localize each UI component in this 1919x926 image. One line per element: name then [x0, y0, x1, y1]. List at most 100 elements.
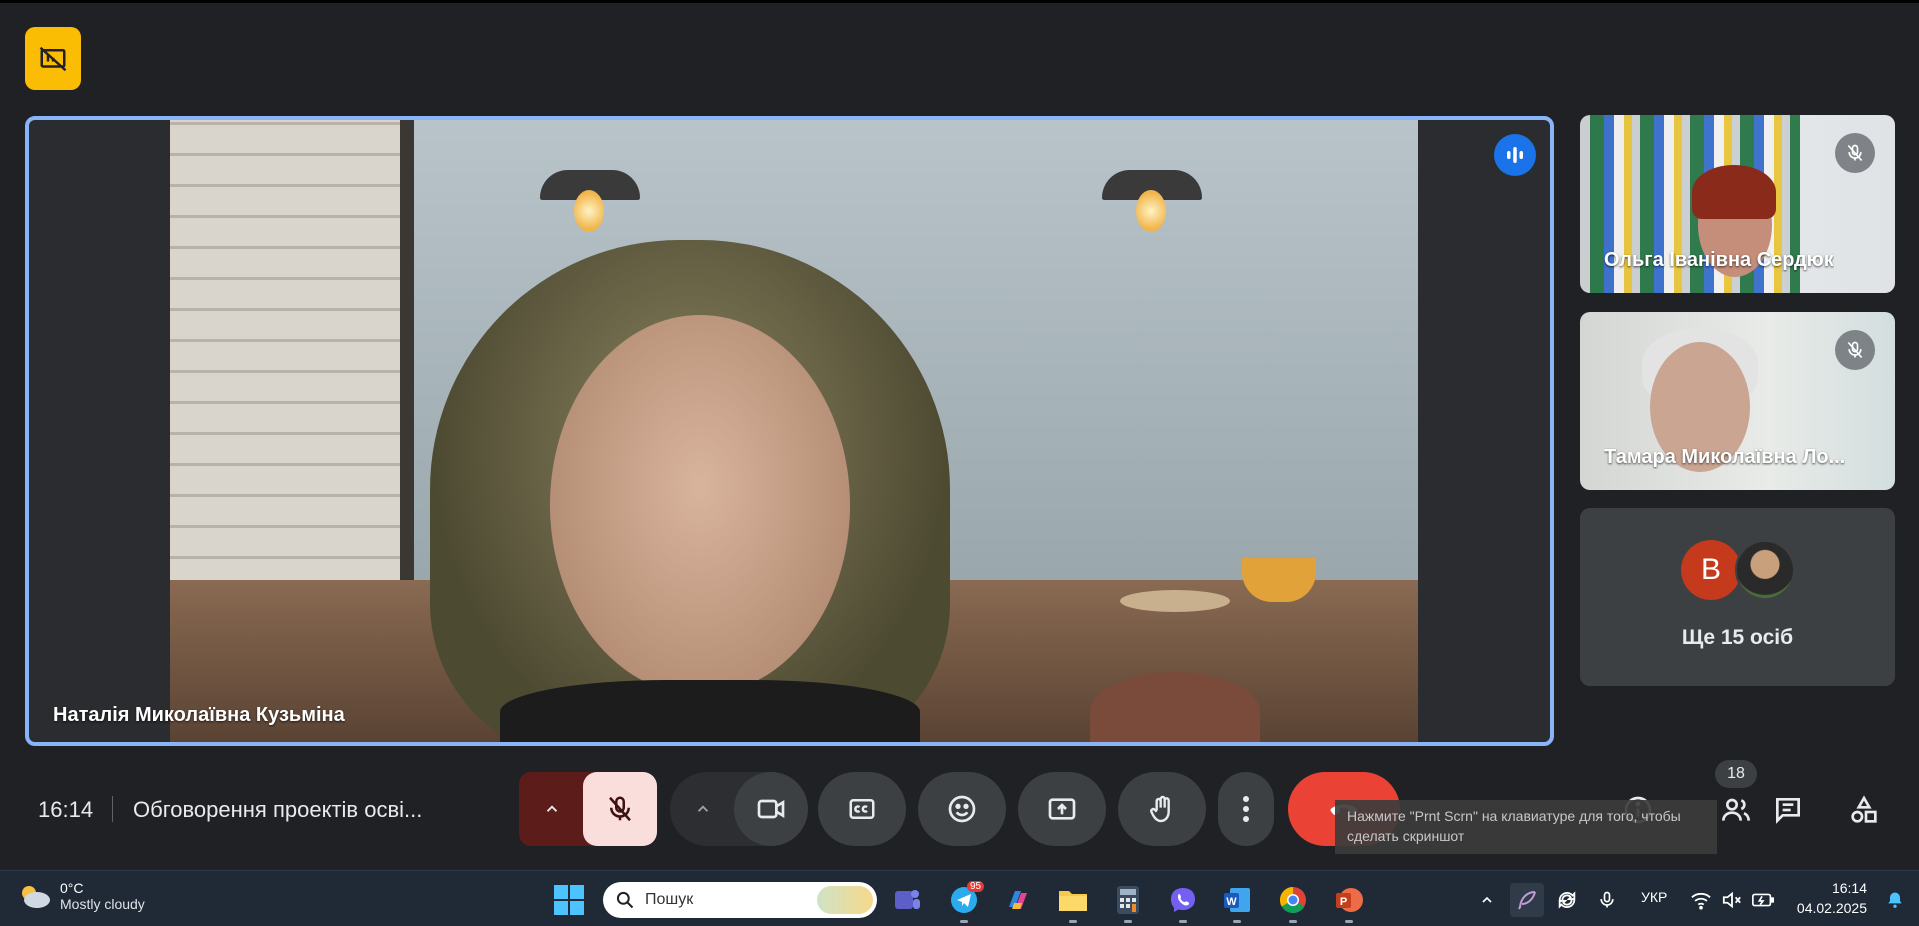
word-icon[interactable]: W	[1220, 883, 1254, 923]
audio-wave-icon	[1507, 147, 1523, 163]
main-speaker-name: Наталія Миколаївна Кузьміна	[53, 704, 345, 726]
chevron-up-icon	[546, 805, 558, 812]
search-placeholder: Пошук	[645, 891, 694, 908]
reactions-button[interactable]	[918, 772, 1006, 846]
divider	[112, 796, 113, 822]
search-icon	[616, 891, 634, 909]
chrome-glyph	[1279, 886, 1306, 914]
taskbar-running-dot	[1233, 920, 1241, 923]
chat-icon	[1776, 798, 1800, 824]
participant-name: Тамара Миколаївна Ло...	[1604, 446, 1846, 468]
speaker-mute-glyph	[1722, 891, 1741, 909]
telegram-unread-badge: 95	[967, 881, 985, 892]
video-bg-plate	[1120, 590, 1230, 612]
mic-off-icon	[1847, 341, 1863, 359]
main-speaker-video	[170, 120, 1418, 742]
telegram-icon[interactable]: 95	[947, 881, 985, 923]
viber-glyph	[1171, 888, 1195, 912]
more-participants-tile[interactable]: B Ще 15 осіб	[1580, 508, 1895, 686]
chat-button[interactable]	[1760, 782, 1816, 838]
camera-toggle-button[interactable]	[734, 772, 808, 846]
participant-tile[interactable]: Ольга Іванівна Сердюк	[1580, 115, 1895, 293]
taskbar-running-dot	[1345, 920, 1353, 923]
svg-text:P: P	[1340, 896, 1347, 908]
microphone-icon	[1600, 891, 1614, 908]
video-settings-button[interactable]	[670, 772, 736, 846]
notifications-button[interactable]	[1878, 883, 1912, 917]
captions-button[interactable]	[818, 772, 906, 846]
raise-hand-button[interactable]	[1118, 772, 1206, 846]
weather-widget[interactable]: 0°C Mostly cloudy	[18, 880, 145, 912]
teams-glyph	[895, 890, 920, 909]
participant-name: Ольга Іванівна Сердюк	[1604, 249, 1834, 271]
people-icon	[1722, 798, 1750, 821]
battery-charging-glyph	[1752, 893, 1774, 907]
participant-tile[interactable]: Тамара Миколаївна Ло...	[1580, 312, 1895, 490]
audio-settings-button[interactable]	[519, 772, 585, 846]
copilot-icon[interactable]	[1001, 883, 1035, 917]
hand-icon	[1150, 795, 1170, 823]
start-button[interactable]	[552, 883, 586, 917]
sync-icon[interactable]	[1550, 883, 1584, 917]
system-clock[interactable]: 16:14 04.02.2025	[1797, 878, 1867, 918]
taskbar-search[interactable]: Пошук	[603, 882, 877, 918]
chrome-icon[interactable]	[1276, 883, 1310, 923]
video-bg-stool	[1090, 672, 1260, 742]
copilot-glyph	[1009, 891, 1027, 909]
participant-hair	[1692, 165, 1776, 219]
calculator-glyph	[1117, 886, 1139, 914]
viber-icon[interactable]	[1166, 883, 1200, 923]
powerpoint-glyph: P	[1336, 888, 1363, 912]
teams-icon[interactable]	[890, 883, 924, 917]
presentation-off-icon	[39, 46, 67, 71]
video-bg-bulb	[1136, 190, 1166, 232]
video-camera-icon	[757, 799, 785, 819]
shapes-icon	[1851, 795, 1877, 823]
speaking-indicator	[1494, 134, 1536, 176]
top-edge	[0, 0, 1919, 3]
speaker-body	[500, 680, 920, 742]
battery-icon[interactable]	[1746, 883, 1780, 917]
present-screen-button[interactable]	[1018, 772, 1106, 846]
input-language[interactable]: УКР	[1641, 889, 1667, 905]
system-date: 04.02.2025	[1796, 900, 1867, 916]
closed-captions-icon	[849, 799, 875, 819]
avatar	[1735, 540, 1795, 600]
main-speaker-tile[interactable]: Наталія Миколаївна Кузьміна	[25, 116, 1554, 746]
taskbar-running-dot	[1289, 920, 1297, 923]
show-hidden-icons-button[interactable]	[1470, 883, 1504, 917]
cloud-icon	[22, 886, 50, 908]
folder-glyph	[1059, 891, 1087, 911]
windows-taskbar: 0°C Mostly cloudy Пошук 95 W P УКР 16:14…	[0, 870, 1919, 926]
avatar: B	[1681, 540, 1741, 600]
bell-icon	[1888, 892, 1902, 908]
word-glyph: W	[1224, 888, 1250, 912]
more-options-button[interactable]	[1218, 772, 1274, 846]
mic-control-group	[519, 772, 657, 846]
weather-condition: Mostly cloudy	[60, 896, 145, 912]
powerpoint-icon[interactable]: P	[1332, 883, 1366, 923]
volume-muted-icon[interactable]	[1715, 883, 1749, 917]
activities-button[interactable]	[1836, 782, 1892, 838]
mic-toggle-button[interactable]	[583, 772, 657, 846]
search-highlight-image	[817, 886, 873, 914]
more-participants-label: Ще 15 осіб	[1681, 626, 1794, 649]
more-vert-icon	[1243, 796, 1249, 822]
svg-text:W: W	[1226, 896, 1237, 908]
feather-icon	[1518, 891, 1536, 910]
taskbar-running-dot	[1124, 920, 1132, 923]
wifi-icon[interactable]	[1684, 883, 1718, 917]
taskbar-running-dot	[1179, 920, 1187, 923]
participant-muted-indicator	[1835, 330, 1875, 370]
microphone-tray-icon[interactable]	[1590, 883, 1624, 917]
pen-app-icon[interactable]	[1510, 883, 1544, 917]
wifi-glyph	[1691, 892, 1711, 910]
file-explorer-icon[interactable]	[1056, 883, 1090, 923]
camera-control-group	[670, 772, 808, 846]
screenshot-hint-toast: Нажмите "Prnt Scrn" на клавиатуре для то…	[1335, 800, 1717, 854]
speaker-face	[550, 315, 850, 695]
present-screen-icon	[1048, 798, 1076, 820]
calculator-icon[interactable]	[1111, 883, 1145, 923]
stop-presenting-button[interactable]	[25, 27, 81, 90]
system-time: 16:14	[1831, 880, 1867, 896]
